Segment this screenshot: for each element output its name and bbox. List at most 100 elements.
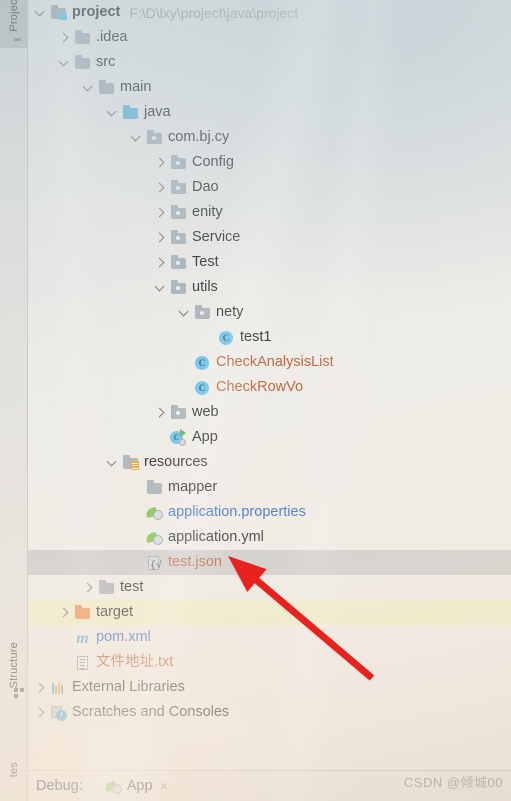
tree-row[interactable]: Config	[28, 150, 511, 175]
excluded-folder-icon	[74, 604, 91, 621]
tree-node-label: Scratches and Consoles	[72, 704, 230, 720]
tree-node-label: App	[192, 429, 218, 445]
tree-node-label: test.json	[168, 554, 222, 570]
tree-row[interactable]: Ctest1	[28, 325, 511, 350]
tree-row[interactable]: test	[28, 575, 511, 600]
tree-row[interactable]: src	[28, 50, 511, 75]
chevron-down-icon[interactable]	[82, 81, 95, 94]
chevron-right-icon[interactable]	[58, 606, 71, 619]
tree-node-label: Test	[192, 254, 219, 270]
tree-row[interactable]: .idea	[28, 25, 511, 50]
tree-row[interactable]: C CheckAnalysisList	[28, 350, 511, 375]
chevron-right-icon[interactable]	[154, 256, 167, 269]
tree-row[interactable]: resources	[28, 450, 511, 475]
tree-node-label: main	[120, 79, 152, 95]
tree-node-label: Dao	[192, 179, 219, 195]
tree-row[interactable]: java	[28, 100, 511, 125]
chevron-down-icon[interactable]	[58, 56, 71, 69]
tree-node-label: CheckRowVo	[216, 379, 304, 395]
chevron-right-icon[interactable]	[154, 406, 167, 419]
tree-row[interactable]: mapper	[28, 475, 511, 500]
tree-node-label: resources	[144, 454, 208, 470]
tree-row[interactable]: Dao	[28, 175, 511, 200]
tree-node-label: test	[120, 579, 144, 595]
chevron-down-icon[interactable]	[34, 6, 47, 19]
tree-row[interactable]: m pom.xml	[28, 625, 511, 650]
tree-row[interactable]: main	[28, 75, 511, 100]
tree-node-label: java	[144, 104, 171, 120]
tree-node-label: test1	[240, 329, 272, 345]
chevron-right-icon[interactable]	[58, 31, 71, 44]
package-icon	[170, 254, 187, 271]
tree-node-label: CheckAnalysisList	[216, 354, 334, 370]
resources-root-icon	[122, 454, 139, 471]
tree-node-label: External Libraries	[72, 679, 185, 695]
tree-row[interactable]: web	[28, 400, 511, 425]
tree-row[interactable]: project F:\D\lxy\project\java\project	[28, 0, 511, 25]
scratches-icon	[50, 704, 67, 721]
tree-node-label: nety	[216, 304, 244, 320]
tree-row[interactable]: External Libraries	[28, 675, 511, 700]
folder-icon	[74, 29, 91, 46]
tree-row[interactable]: utils	[28, 275, 511, 300]
tree-node-label: mapper	[168, 479, 218, 495]
chevron-down-icon[interactable]	[106, 106, 119, 119]
maven-icon: m	[76, 630, 89, 647]
chevron-right-icon[interactable]	[34, 681, 47, 694]
tree-row[interactable]: Test	[28, 250, 511, 275]
tool-window-tab-favorites-label: tes	[8, 762, 20, 778]
tool-window-tab-project[interactable]: Project	[0, 0, 28, 48]
spring-config-icon	[145, 529, 163, 546]
tree-row[interactable]: C CheckRowVo	[28, 375, 511, 400]
chevron-right-icon[interactable]	[82, 581, 95, 594]
project-tree[interactable]: project F:\D\lxy\project\java\project .ide…	[28, 0, 511, 770]
chevron-down-icon[interactable]	[130, 131, 143, 144]
tree-node-label: .idea	[96, 29, 128, 45]
project-module-icon	[50, 4, 67, 21]
tree-node-label: pom.xml	[96, 629, 151, 645]
spring-boot-icon	[103, 778, 122, 795]
spring-config-icon	[145, 504, 163, 521]
tree-node-label: Config	[192, 154, 234, 170]
chevron-right-icon[interactable]	[154, 181, 167, 194]
chevron-down-icon[interactable]	[106, 456, 119, 469]
tree-row[interactable]: C App	[28, 425, 511, 450]
tree-row[interactable]: target	[28, 600, 511, 625]
package-icon	[170, 279, 187, 296]
chevron-right-icon[interactable]	[34, 706, 47, 719]
runnable-class-icon: C	[170, 429, 187, 446]
debug-config-name[interactable]: App	[127, 778, 153, 794]
chevron-down-icon[interactable]	[178, 306, 191, 319]
tool-window-tab-favorites[interactable]: tes	[0, 762, 28, 801]
tree-node-label: 文件地址.txt	[96, 654, 174, 670]
idea-project-tool-window: Project Structure tes project F:\D\lxy\pr…	[0, 0, 511, 801]
chevron-right-icon[interactable]	[154, 156, 167, 169]
java-class-icon: C	[194, 379, 211, 396]
text-file-icon	[74, 654, 91, 671]
tool-window-tab-structure-label: Structure	[8, 642, 20, 689]
folder-icon	[74, 54, 91, 71]
tree-row[interactable]: com.bj.cy	[28, 125, 511, 150]
tree-row[interactable]: enity	[28, 200, 511, 225]
package-icon	[170, 179, 187, 196]
tree-row[interactable]: Scratches and Consoles	[28, 700, 511, 725]
tree-row[interactable]: application.yml	[28, 525, 511, 550]
chevron-right-icon[interactable]	[154, 231, 167, 244]
chevron-right-icon[interactable]	[154, 206, 167, 219]
chevron-down-icon[interactable]	[154, 281, 167, 294]
tree-row[interactable]: nety	[28, 300, 511, 325]
java-class-icon: C	[218, 329, 235, 346]
tree-row[interactable]: 文件地址.txt	[28, 650, 511, 675]
tree-row[interactable]: {√ test.json	[28, 550, 511, 575]
tree-node-label: src	[96, 54, 116, 70]
tree-row[interactable]: Service	[28, 225, 511, 250]
tree-row[interactable]: application.properties	[28, 500, 511, 525]
tool-window-tab-structure[interactable]: Structure	[0, 640, 28, 750]
close-icon[interactable]: ×	[160, 778, 168, 794]
